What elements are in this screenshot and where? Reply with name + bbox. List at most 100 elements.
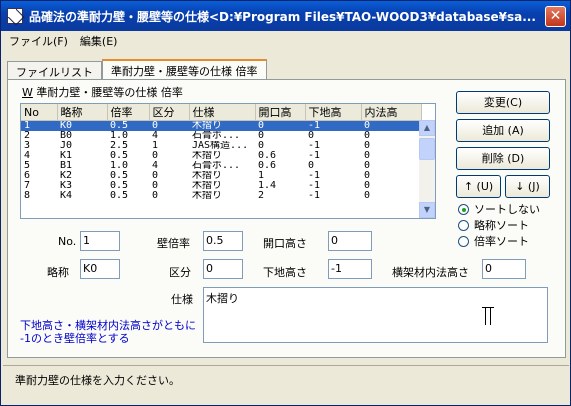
table-row[interactable]: 1 K0 0.5 0 木摺り 0 -1 0 bbox=[21, 120, 421, 131]
table-cell: 8 bbox=[24, 191, 31, 201]
note-line-2: -1のとき壁倍率とする bbox=[20, 332, 130, 345]
col-abbr[interactable]: 略称 bbox=[57, 104, 108, 121]
delete-button[interactable]: 削除 (D) bbox=[456, 147, 550, 170]
change-button[interactable]: 変更(C) bbox=[456, 91, 550, 114]
abbr-label: 略称 bbox=[47, 266, 69, 279]
table-cell: 1 bbox=[152, 141, 159, 151]
col-opening[interactable]: 開口高 bbox=[255, 104, 306, 121]
table-cell: 0 bbox=[152, 181, 159, 191]
table-cell: 木摺り bbox=[189, 120, 255, 131]
table-row[interactable]: 4 K1 0.5 0 木摺り 0.6 -1 0 bbox=[21, 151, 421, 161]
radio-no-sort[interactable]: ソートしない bbox=[458, 201, 540, 217]
table-cell: 3 bbox=[24, 141, 31, 151]
spec-label: 仕様 bbox=[171, 293, 193, 306]
col-category[interactable]: 区分 bbox=[149, 104, 190, 121]
table-cell: 0 bbox=[152, 171, 159, 181]
table-cell: K1 bbox=[60, 151, 73, 161]
table-cell: -1 bbox=[308, 141, 321, 151]
ratio-label: 壁倍率 bbox=[157, 237, 190, 250]
note-line-1: 下地高さ・横架材内法高さがともに bbox=[20, 319, 196, 332]
table-row[interactable]: 5 B1 1.0 4 石膏ボ... 0.6 0 0 bbox=[21, 161, 421, 171]
col-ratio[interactable]: 倍率 bbox=[107, 104, 150, 121]
table-cell: 1.4 bbox=[258, 181, 277, 191]
col-spec[interactable]: 仕様 bbox=[189, 104, 256, 121]
menu-bar: ファイル(F) 編集(E) bbox=[3, 31, 569, 51]
table-cell: 0 bbox=[364, 161, 371, 171]
close-button[interactable]: ✕ bbox=[545, 6, 566, 27]
table-cell: 石膏ボ... bbox=[192, 161, 241, 171]
table-cell: 木摺り bbox=[192, 151, 222, 161]
app-icon bbox=[7, 8, 23, 24]
abbr-field[interactable]: K0 bbox=[80, 259, 120, 279]
radio-abbr-sort[interactable]: 略称ソート bbox=[458, 217, 529, 233]
table-cell: 7 bbox=[24, 181, 31, 191]
table-cell: 4 bbox=[24, 151, 31, 161]
table-cell: 0.6 bbox=[258, 161, 277, 171]
move-down-button[interactable]: ↓ (J) bbox=[505, 175, 550, 198]
table-cell: 1.0 bbox=[110, 161, 129, 171]
move-up-button[interactable]: ↑ (U) bbox=[456, 175, 501, 198]
menu-file[interactable]: ファイル(F) bbox=[3, 33, 74, 49]
inner-label: 横架材内法高さ bbox=[392, 266, 469, 279]
no-field[interactable]: 1 bbox=[80, 231, 120, 251]
table-cell: 0 bbox=[364, 181, 371, 191]
table-cell: K3 bbox=[60, 181, 73, 191]
table-cell: 0.5 bbox=[107, 120, 149, 131]
menu-edit[interactable]: 編集(E) bbox=[74, 33, 124, 49]
ratio-field[interactable]: 0.5 bbox=[203, 231, 243, 251]
no-label: No. bbox=[58, 235, 77, 248]
spec-textarea[interactable]: 木摺り bbox=[203, 287, 548, 343]
scroll-thumb[interactable] bbox=[419, 138, 435, 160]
table-row[interactable]: 6 K2 0.5 0 木摺り 1 -1 0 bbox=[21, 171, 421, 181]
category-field[interactable]: 0 bbox=[203, 259, 243, 279]
radio-ratio-sort[interactable]: 倍率ソート bbox=[458, 233, 529, 249]
table-cell: 木摺り bbox=[192, 191, 222, 201]
col-base[interactable]: 下地高 bbox=[305, 104, 362, 121]
radio-label: ソートしない bbox=[474, 203, 540, 216]
tab-spec-ratio[interactable]: 準耐力壁・腰壁等の仕様 倍率 bbox=[102, 59, 267, 80]
table-cell: 1 bbox=[21, 120, 57, 131]
table-cell: 0.5 bbox=[110, 151, 129, 161]
table-row[interactable]: 8 K4 0.5 0 木摺り 2 -1 0 bbox=[21, 191, 421, 201]
table-cell: -1 bbox=[308, 151, 321, 161]
scroll-down-icon[interactable]: ▼ bbox=[419, 202, 435, 218]
spec-table[interactable]: No 略称 倍率 区分 仕様 開口高 下地高 内法高 1 K0 0.5 0 木摺り 0 -1… bbox=[20, 103, 436, 219]
table-cell: 0.6 bbox=[258, 151, 277, 161]
table-cell: J0 bbox=[60, 141, 73, 151]
base-label: 下地高さ bbox=[263, 266, 307, 279]
radio-dot[interactable] bbox=[458, 219, 469, 231]
table-cell: 2.5 bbox=[110, 141, 129, 151]
table-cell: 0.5 bbox=[110, 181, 129, 191]
table-cell: K2 bbox=[60, 171, 73, 181]
table-cell: JAS構造... bbox=[192, 141, 249, 151]
table-cell: 0 bbox=[258, 131, 265, 141]
table-cell: 0 bbox=[308, 131, 315, 141]
note-text: 下地高さ・横架材内法高さがともに -1のとき壁倍率とする bbox=[20, 319, 196, 345]
category-label: 区分 bbox=[169, 266, 191, 279]
scroll-up-icon[interactable]: ▲ bbox=[419, 120, 435, 136]
opening-field[interactable]: 0 bbox=[328, 231, 372, 251]
table-cell: 0 bbox=[152, 191, 159, 201]
radio-dot[interactable] bbox=[458, 235, 469, 247]
title-bar: 品確法の準耐力壁・腰壁等の仕様<D:¥Program Files¥TAO-WOO… bbox=[1, 1, 570, 31]
tab-file-list[interactable]: ファイルリスト bbox=[7, 61, 102, 79]
group-label: W 準耐力壁・腰壁等の仕様 倍率 bbox=[22, 84, 183, 100]
table-cell: 0 bbox=[361, 120, 421, 131]
base-field[interactable]: -1 bbox=[328, 259, 372, 279]
table-row[interactable]: 3 J0 2.5 1 JAS構造... 0 -1 0 bbox=[21, 141, 421, 151]
table-scrollbar[interactable]: ▲ ▼ bbox=[419, 120, 435, 218]
table-row[interactable]: 2 B0 1.0 4 石膏ボ... 0 0 0 bbox=[21, 131, 421, 141]
table-cell: 木摺り bbox=[192, 181, 222, 191]
add-button[interactable]: 追加 (A) bbox=[456, 119, 550, 142]
table-cell: 4 bbox=[152, 161, 159, 171]
radio-dot[interactable] bbox=[458, 203, 469, 215]
table-cell: 2 bbox=[24, 131, 31, 141]
inner-field[interactable]: 0 bbox=[482, 259, 526, 279]
table-cell: 0.5 bbox=[110, 171, 129, 181]
table-cell: 1.0 bbox=[110, 131, 129, 141]
radio-label: 略称ソート bbox=[474, 219, 529, 232]
col-no[interactable]: No bbox=[21, 104, 58, 121]
table-row[interactable]: 7 K3 0.5 0 木摺り 1.4 -1 0 bbox=[21, 181, 421, 191]
table-cell: 0 bbox=[364, 131, 371, 141]
col-inner[interactable]: 内法高 bbox=[361, 104, 422, 121]
